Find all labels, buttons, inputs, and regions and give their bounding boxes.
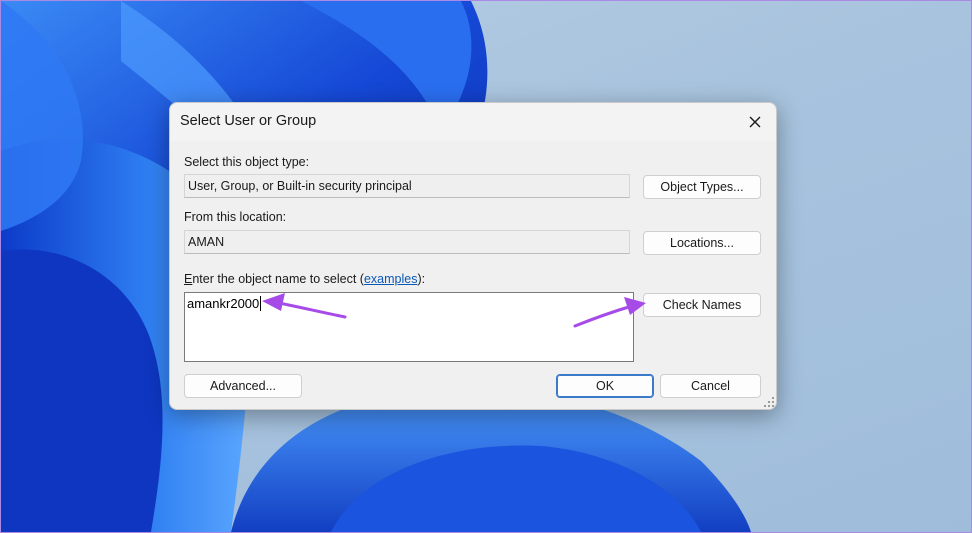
object-name-value: amankr2000 [187, 296, 260, 311]
object-name-input[interactable]: amankr2000 [184, 292, 634, 362]
resize-grip-icon[interactable] [764, 397, 774, 407]
object-types-button[interactable]: Object Types... [643, 175, 761, 199]
object-type-value: User, Group, or Built-in security princi… [188, 179, 412, 193]
locations-button[interactable]: Locations... [643, 231, 761, 255]
location-label: From this location: [184, 210, 287, 224]
cancel-button[interactable]: Cancel [660, 374, 761, 398]
object-name-label: Enter the object name to select (example… [184, 272, 425, 286]
location-value: AMAN [188, 235, 225, 249]
object-type-label: Select this object type: [184, 155, 310, 169]
ok-button[interactable]: OK [556, 374, 654, 398]
examples-link[interactable]: examples [364, 272, 418, 286]
dialog-titlebar: Select User or Group [170, 103, 776, 141]
check-names-button[interactable]: Check Names [643, 293, 761, 317]
advanced-button[interactable]: Advanced... [184, 374, 302, 398]
dialog-title: Select User or Group [180, 113, 317, 129]
object-type-field: User, Group, or Built-in security princi… [184, 174, 630, 198]
close-button[interactable] [744, 111, 766, 133]
object-name-label-end: ): [417, 272, 426, 286]
object-name-label-text: nter the object name to select ( [192, 272, 364, 286]
select-user-or-group-dialog: Select User or Group Select this object … [169, 102, 777, 410]
location-field: AMAN [184, 230, 630, 254]
text-caret [260, 296, 262, 311]
close-icon [749, 116, 761, 128]
